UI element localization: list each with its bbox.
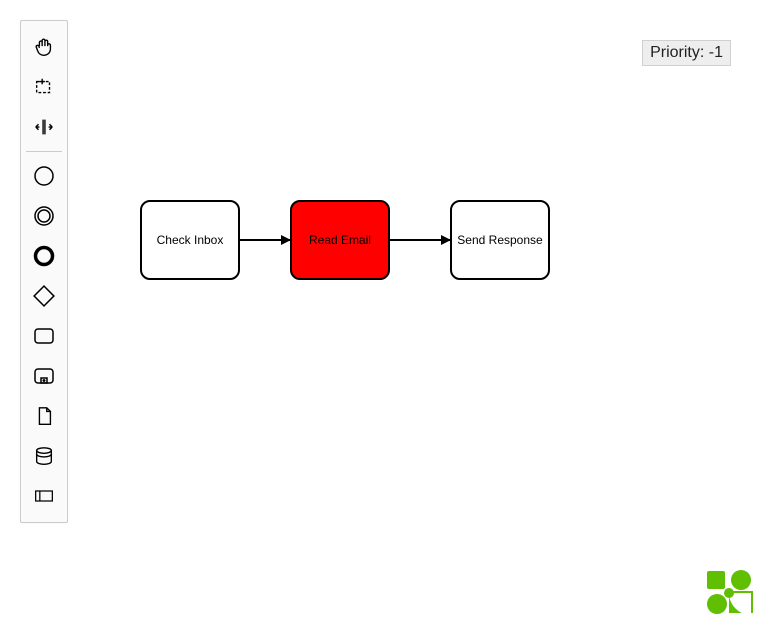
bpmn-io-logo-icon xyxy=(705,569,755,620)
task-node-send-response[interactable]: Send Response xyxy=(450,200,550,280)
sequence-flow[interactable] xyxy=(240,239,290,241)
task-node-read-email[interactable]: Read Email xyxy=(290,200,390,280)
sequence-flow[interactable] xyxy=(390,239,450,241)
task-node-check-inbox[interactable]: Check Inbox xyxy=(140,200,240,280)
task-label: Send Response xyxy=(457,233,542,247)
diagram-canvas[interactable]: Check Inbox Read Email Send Response xyxy=(0,0,775,632)
task-label: Check Inbox xyxy=(157,233,224,247)
task-label: Read Email xyxy=(309,233,371,247)
